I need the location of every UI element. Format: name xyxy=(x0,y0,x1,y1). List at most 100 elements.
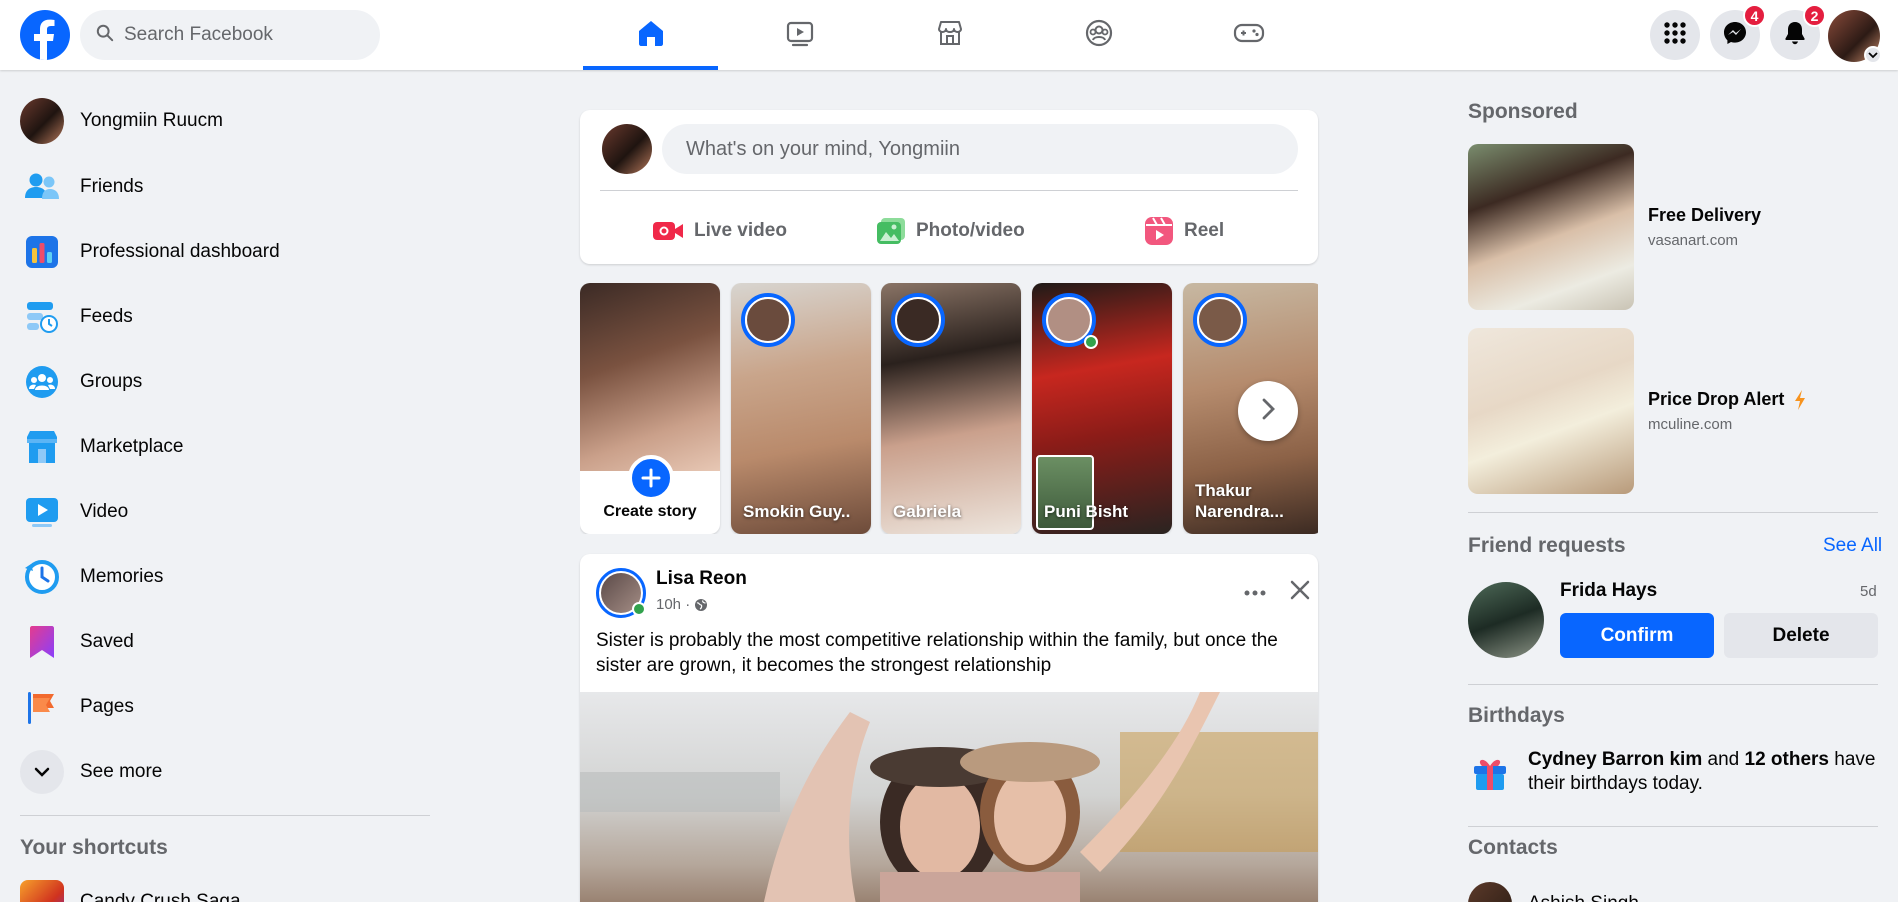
confirm-button[interactable]: Confirm xyxy=(1560,613,1714,658)
shortcut-label: Candy Crush Saga xyxy=(80,891,241,902)
story-name: Smokin Guy.. xyxy=(743,502,851,521)
hide-post-button[interactable] xyxy=(1280,572,1318,612)
plus-icon xyxy=(628,455,674,501)
online-indicator xyxy=(1084,335,1098,349)
story-card[interactable]: Puni Bisht xyxy=(1032,283,1172,534)
tab-video[interactable] xyxy=(732,0,867,70)
contact-item[interactable]: Ashish Singh xyxy=(1468,882,1639,902)
post-composer: What's on your mind, Yongmiin Live video… xyxy=(580,110,1318,264)
marketplace-icon xyxy=(20,425,64,469)
tab-marketplace[interactable] xyxy=(882,0,1017,70)
sidebar-item-label: Video xyxy=(80,501,129,522)
lightning-icon xyxy=(1794,389,1806,410)
pages-icon xyxy=(20,685,64,729)
friend-request-name[interactable]: Frida Hays xyxy=(1560,580,1657,602)
video-icon xyxy=(785,18,815,53)
photo-icon xyxy=(876,217,906,245)
online-indicator xyxy=(632,602,646,616)
post-photo[interactable] xyxy=(580,692,1318,902)
delete-button[interactable]: Delete xyxy=(1724,613,1878,658)
sidebar-profile[interactable]: Yongmiin Ruucm xyxy=(20,91,430,151)
photo-video-button[interactable]: Photo/video xyxy=(876,206,1025,256)
story-card[interactable]: Gabriela xyxy=(881,283,1021,534)
search-input[interactable] xyxy=(124,24,354,46)
post-options-button[interactable] xyxy=(1235,572,1275,612)
story-avatar xyxy=(891,293,945,347)
sidebar-item-professional-dashboard[interactable]: Professional dashboard xyxy=(20,222,430,282)
story-name: Thakur Narendra... xyxy=(1195,481,1284,521)
birthday-name[interactable]: Cydney Barron kim xyxy=(1528,749,1702,770)
ad-title: Price Drop Alert xyxy=(1648,389,1785,409)
sidebar-item-label: Professional dashboard xyxy=(80,241,280,262)
video-icon xyxy=(20,490,64,534)
sidebar-item-pages[interactable]: Pages xyxy=(20,677,430,737)
ad-image xyxy=(1468,144,1634,310)
sidebar-item-label: Marketplace xyxy=(80,436,184,457)
sponsored-ad[interactable]: Free Delivery vasanart.com xyxy=(1468,144,1878,310)
reel-button[interactable]: Reel xyxy=(1144,206,1224,256)
post-meta: 10h · xyxy=(656,596,708,613)
birthday-others[interactable]: 12 others xyxy=(1745,749,1829,770)
sidebar-item-label: Pages xyxy=(80,696,134,717)
sidebar-item-friends[interactable]: Friends xyxy=(20,157,430,217)
sidebar-item-marketplace[interactable]: Marketplace xyxy=(20,417,430,477)
shortcut-item[interactable]: Candy Crush Saga xyxy=(20,880,241,902)
messenger-icon xyxy=(1722,20,1748,51)
live-video-button[interactable]: Live video xyxy=(652,206,787,256)
memories-icon xyxy=(20,555,64,599)
contact-name: Ashish Singh xyxy=(1528,893,1639,902)
feed-post: Lisa Reon 10h · Sister is probably the m… xyxy=(580,554,1318,902)
sidebar-item-groups[interactable]: Groups xyxy=(20,352,430,412)
stories-next-button[interactable] xyxy=(1238,381,1298,441)
bell-icon xyxy=(1783,20,1807,51)
post-time[interactable]: 10h · xyxy=(656,596,690,613)
more-icon xyxy=(1244,583,1266,601)
notifications-badge: 2 xyxy=(1803,4,1826,27)
avatar[interactable] xyxy=(602,124,652,174)
menu-button[interactable] xyxy=(1650,10,1700,60)
post-text: Sister is probably the most competitive … xyxy=(596,630,1278,676)
avatar xyxy=(20,98,64,144)
saved-icon xyxy=(20,620,64,664)
sidebar-see-more[interactable]: See more xyxy=(20,742,430,802)
stories-tray: Create story Smokin Guy.. Gabriela Puni … xyxy=(580,283,1318,534)
tab-home[interactable] xyxy=(583,0,718,70)
notifications-button[interactable]: 2 xyxy=(1770,4,1826,60)
story-photo xyxy=(580,283,720,471)
sidebar-item-feeds[interactable]: Feeds xyxy=(20,287,430,347)
story-card[interactable]: Smokin Guy.. xyxy=(731,283,871,534)
messenger-button[interactable]: 4 xyxy=(1710,4,1766,60)
search-bar[interactable] xyxy=(80,10,380,60)
story-avatar xyxy=(1193,293,1247,347)
see-more-label: See more xyxy=(80,761,163,782)
sidebar-item-label: Feeds xyxy=(80,306,133,327)
chevron-down-icon xyxy=(1864,46,1882,64)
post-author-name[interactable]: Lisa Reon xyxy=(656,568,747,590)
gaming-icon xyxy=(1233,18,1265,53)
sidebar-divider xyxy=(20,815,430,816)
birthday-connector: and xyxy=(1702,749,1745,770)
right-divider xyxy=(1468,684,1878,685)
feeds-icon xyxy=(20,295,64,339)
create-story-label: Create story xyxy=(603,503,697,520)
friend-requests-title: Friend requests xyxy=(1468,534,1626,557)
avatar xyxy=(1468,882,1512,902)
live-video-label: Live video xyxy=(694,220,787,241)
sponsored-ad[interactable]: Price Drop Alert mculine.com xyxy=(1468,328,1878,494)
grid-menu-icon xyxy=(1663,21,1687,50)
birthday-text: Cydney Barron kim and 12 others have the… xyxy=(1528,748,1878,796)
sidebar-item-saved[interactable]: Saved xyxy=(20,612,430,672)
friend-request-avatar[interactable] xyxy=(1468,582,1544,658)
see-all-link[interactable]: See All xyxy=(1823,535,1882,557)
sidebar-item-memories[interactable]: Memories xyxy=(20,547,430,607)
tab-groups[interactable] xyxy=(1031,0,1166,70)
status-input[interactable]: What's on your mind, Yongmiin xyxy=(662,124,1298,174)
tab-gaming[interactable] xyxy=(1181,0,1316,70)
account-avatar[interactable] xyxy=(1828,10,1882,64)
create-story-card[interactable]: Create story xyxy=(580,283,720,534)
friend-request-time: 5d xyxy=(1860,583,1877,600)
facebook-logo[interactable] xyxy=(20,10,70,60)
sponsored-title: Sponsored xyxy=(1468,100,1578,123)
sidebar-item-video[interactable]: Video xyxy=(20,482,430,542)
ad-url: mculine.com xyxy=(1648,416,1733,433)
